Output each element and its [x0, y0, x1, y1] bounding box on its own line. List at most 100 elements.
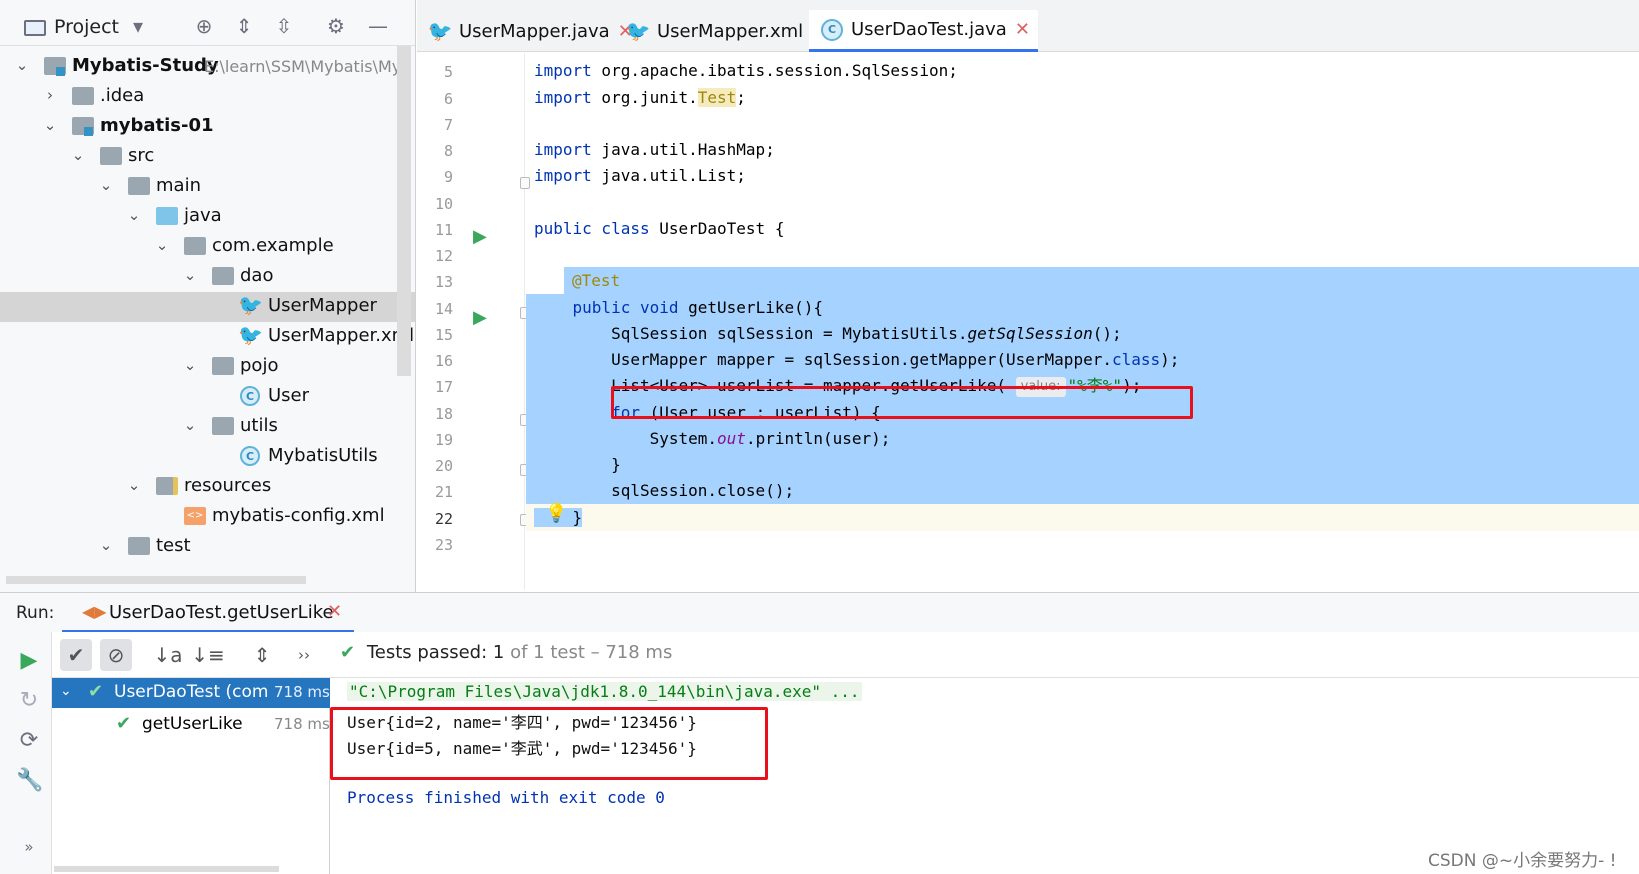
code-line-current: } — [526, 504, 1639, 531]
test-runner-toolbar: ✔ ⊘ ↓a ↓≡ ⇕ ›› ✔ Tests passed: 1 of 1 te… — [52, 632, 1639, 678]
highlight-box-console — [330, 707, 768, 780]
sort-by-duration-icon[interactable]: ↓≡ — [191, 639, 225, 671]
tree-item-user[interactable]: C User — [0, 382, 415, 412]
test-name: getUserLike — [142, 714, 243, 734]
test-duration: 718 ms — [274, 683, 330, 701]
folder-icon — [72, 87, 94, 105]
run-test-method-icon[interactable]: ▶ — [473, 307, 487, 328]
tree-item-idea[interactable]: › .idea — [0, 82, 415, 112]
project-tree-scrollbar[interactable] — [397, 46, 411, 376]
editor-tab-bar: 🐦 UserMapper.java ✕ 🐦 UserMapper.xml ✕ C… — [417, 0, 1639, 52]
tree-item-label: MybatisUtils — [268, 445, 378, 466]
tree-item-mybatis-01[interactable]: ⌄ mybatis-01 — [0, 112, 415, 142]
project-panel-title[interactable]: Project — [54, 16, 119, 38]
line-number: 21 — [434, 483, 453, 501]
locate-icon[interactable]: ⊕ — [192, 14, 216, 38]
tree-item-usermapper-xml[interactable]: 🐦 UserMapper.xml — [0, 322, 415, 352]
show-ignored-icon[interactable]: ⊘ — [100, 639, 132, 671]
line-number: 19 — [434, 431, 453, 449]
tests-status-suffix: of 1 test – 718 ms — [510, 642, 673, 663]
chevron-down-icon[interactable]: ⌄ — [70, 146, 86, 164]
tree-item-java[interactable]: ⌄ java — [0, 202, 415, 232]
wrench-icon[interactable]: 🔧 — [16, 768, 43, 794]
test-result-row[interactable]: ✔ getUserLike 718 ms — [52, 710, 330, 740]
tab-userdaotest-java[interactable]: C UserDaoTest.java ✕ — [809, 10, 1038, 52]
tree-item-main[interactable]: ⌄ main — [0, 172, 415, 202]
sort-alphabetically-icon[interactable]: ↓a — [152, 639, 184, 671]
tab-usermapper-xml[interactable]: 🐦 UserMapper.xml ✕ — [615, 10, 834, 52]
check-icon: ✔ — [340, 642, 356, 663]
tree-item-utils[interactable]: ⌄ utils — [0, 412, 415, 442]
code-line: import java.util.List; — [534, 166, 746, 185]
chevron-down-icon[interactable]: ⌄ — [182, 266, 198, 284]
close-icon[interactable]: ✕ — [327, 601, 342, 622]
show-passed-icon[interactable]: ✔ — [60, 639, 92, 671]
class-icon: C — [240, 386, 260, 406]
tree-item-resources[interactable]: ⌄ resources — [0, 472, 415, 502]
console-exit-line: Process finished with exit code 0 — [347, 788, 665, 807]
tree-item-mybatis-study[interactable]: ⌄ Mybatis-Study E:\learn\SSM\Mybatis\My — [0, 52, 415, 82]
line-number: 16 — [434, 352, 453, 370]
code-line-selected: } — [526, 451, 1639, 478]
close-icon[interactable]: ✕ — [1015, 19, 1030, 40]
chevron-down-icon[interactable]: ⌄ — [14, 56, 30, 74]
package-icon — [212, 357, 234, 375]
tree-item-path: E:\learn\SSM\Mybatis\My — [204, 57, 402, 76]
mybatis-bird-icon: 🐦 — [238, 293, 263, 317]
code-line-selected: public void getUserLike(){ — [526, 294, 1639, 321]
rerun-icon[interactable]: ▶ — [16, 648, 42, 674]
run-test-class-icon[interactable]: ▶ — [473, 226, 487, 247]
chevron-down-icon[interactable]: ⌄ — [98, 176, 114, 194]
code-line: import org.apache.ibatis.session.SqlSess… — [534, 61, 958, 80]
tree-item-dao[interactable]: ⌄ dao — [0, 262, 415, 292]
package-icon — [212, 267, 234, 285]
chevron-down-icon[interactable]: ⌄ — [182, 356, 198, 374]
package-icon — [212, 417, 234, 435]
dropdown-icon[interactable]: ▾ — [126, 14, 150, 38]
chevron-down-icon[interactable]: ⌄ — [42, 116, 58, 134]
chevron-down-icon[interactable]: ⌄ — [60, 683, 72, 699]
test-tree-scrollbar[interactable] — [54, 866, 279, 872]
toggle-auto-test-icon[interactable]: ⟳ — [16, 728, 42, 754]
line-number: 13 — [434, 273, 453, 291]
tree-item-label: utils — [240, 415, 278, 436]
tab-run-configuration[interactable]: ◀▶ UserDaoTest.getUserLike ✕ — [62, 593, 354, 633]
editor-gutter[interactable]: 5 6 7 8 9 10 11 12 13 14 15 16 17 18 19 … — [417, 53, 525, 590]
chevron-down-icon[interactable]: ⌄ — [126, 476, 142, 494]
package-icon — [184, 237, 206, 255]
tree-item-mybatis-config-xml[interactable]: <> mybatis-config.xml — [0, 502, 415, 532]
code-line-selected: sqlSession.close(); — [526, 477, 1639, 504]
tree-item-label: src — [128, 145, 155, 166]
chevron-down-icon[interactable]: ⌄ — [98, 536, 114, 554]
tree-item-usermapper[interactable]: 🐦 UserMapper — [0, 292, 415, 322]
highlight-box-code — [611, 386, 1193, 419]
project-tree-horizontal-scrollbar[interactable] — [6, 576, 306, 584]
chevron-down-icon[interactable]: ⌄ — [154, 236, 170, 254]
module-folder-icon — [44, 57, 66, 76]
lightbulb-icon[interactable]: 💡 — [545, 503, 567, 524]
minimize-icon[interactable]: — — [366, 14, 390, 38]
more-icon[interactable]: » — [16, 838, 42, 864]
expand-all-icon[interactable]: ⇕ — [232, 14, 256, 38]
module-folder-icon — [72, 117, 94, 136]
tree-item-test[interactable]: ⌄ test — [0, 532, 415, 562]
more-icon[interactable]: ›› — [288, 639, 320, 671]
code-editor[interactable]: import org.apache.ibatis.session.SqlSess… — [526, 53, 1639, 590]
chevron-down-icon[interactable]: ⌄ — [182, 416, 198, 434]
tree-item-pojo[interactable]: ⌄ pojo — [0, 352, 415, 382]
resources-folder-icon — [156, 477, 178, 495]
chevron-down-icon[interactable]: ⌄ — [126, 206, 142, 224]
chevron-right-icon[interactable]: › — [42, 86, 58, 104]
collapse-all-icon[interactable]: ⇳ — [272, 14, 296, 38]
expand-all-icon[interactable]: ⇕ — [246, 639, 278, 671]
test-result-row[interactable]: ⌄ ✔ UserDaoTest (com 718 ms — [52, 678, 330, 708]
rerun-failed-icon[interactable]: ↻ — [16, 688, 42, 714]
tree-item-com-example[interactable]: ⌄ com.example — [0, 232, 415, 262]
tree-item-src[interactable]: ⌄ src — [0, 142, 415, 172]
tree-item-mybatisutils[interactable]: C MybatisUtils — [0, 442, 415, 472]
tab-usermapper-java[interactable]: 🐦 UserMapper.java ✕ — [417, 10, 641, 52]
gear-icon[interactable]: ⚙ — [324, 14, 348, 38]
line-number: 9 — [443, 168, 453, 186]
